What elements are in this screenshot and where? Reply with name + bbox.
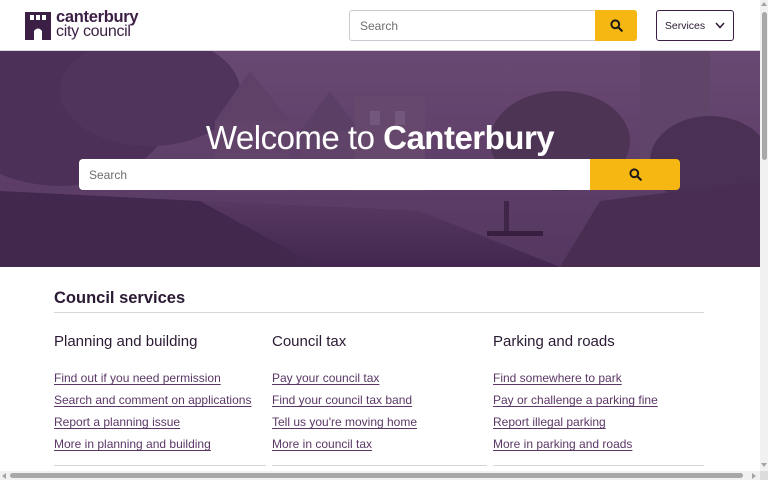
section-divider: [54, 312, 704, 313]
vertical-scrollbar[interactable]: [760, 0, 768, 471]
scroll-right-arrow-icon[interactable]: [752, 472, 756, 479]
hero-title-emphasis: Canterbury: [383, 119, 555, 156]
column-divider: [272, 465, 487, 466]
hero-search-button[interactable]: [590, 159, 680, 190]
service-link[interactable]: Report illegal parking: [493, 415, 606, 429]
service-link[interactable]: Find somewhere to park: [493, 371, 622, 385]
services-column-council-tax: Council tax Pay your council tax Find yo…: [272, 333, 487, 457]
service-link[interactable]: More in planning and building: [54, 437, 211, 451]
column-heading: Planning and building: [54, 333, 198, 350]
column-heading: Council tax: [272, 333, 347, 350]
service-link[interactable]: Pay or challenge a parking fine: [493, 393, 658, 407]
service-link[interactable]: Report a planning issue: [54, 415, 180, 429]
header-search-button[interactable]: [595, 10, 637, 41]
logo-wordmark: canterbury city council: [56, 8, 139, 40]
services-column-parking: Parking and roads Find somewhere to park…: [493, 333, 704, 457]
service-link[interactable]: Tell us you're moving home: [272, 415, 417, 429]
horizontal-scroll-thumb[interactable]: [10, 473, 743, 478]
column-divider: [54, 465, 266, 466]
logo-line-1: canterbury: [56, 8, 139, 26]
service-link[interactable]: Search and comment on applications: [54, 393, 251, 407]
services-column-planning: Planning and building Find out if you ne…: [54, 333, 266, 457]
service-link[interactable]: More in council tax: [272, 437, 372, 451]
column-heading: Parking and roads: [493, 333, 615, 350]
service-link[interactable]: Find out if you need permission: [54, 371, 221, 385]
vertical-scroll-thumb[interactable]: [761, 12, 767, 160]
search-icon: [628, 168, 642, 181]
hero-title-prefix: Welcome to: [205, 119, 384, 156]
castle-logo-icon: [25, 12, 51, 40]
site-header: canterbury city council Services: [0, 0, 760, 51]
council-services-heading: Council services: [54, 289, 186, 307]
scroll-up-arrow-icon[interactable]: [761, 2, 767, 6]
header-search-input[interactable]: [349, 10, 595, 41]
services-menu-button[interactable]: Services: [656, 10, 734, 41]
search-icon: [609, 19, 623, 32]
service-link[interactable]: Pay your council tax: [272, 371, 379, 385]
site-logo[interactable]: canterbury city council: [25, 8, 145, 42]
service-link[interactable]: Find your council tax band: [272, 393, 412, 407]
service-link[interactable]: More in parking and roads: [493, 437, 632, 451]
services-label: Services: [664, 19, 706, 32]
hero-search-input[interactable]: [79, 159, 590, 190]
hero-title: Welcome to Canterbury: [0, 119, 760, 157]
scrollbar-corner: [760, 471, 768, 480]
column-divider: [493, 465, 704, 466]
horizontal-scrollbar[interactable]: [0, 471, 760, 480]
chevron-down-icon: [715, 22, 725, 29]
scroll-down-arrow-icon[interactable]: [761, 463, 767, 467]
hero-banner: Welcome to Canterbury: [0, 51, 760, 267]
scroll-left-arrow-icon[interactable]: [2, 472, 6, 479]
logo-line-2: city council: [56, 23, 131, 40]
